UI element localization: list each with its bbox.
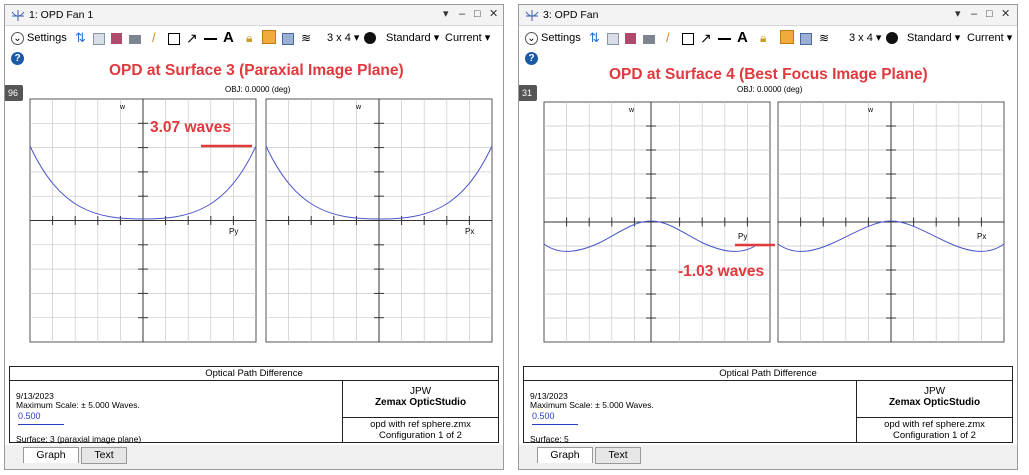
- w-axis-label: w: [628, 107, 635, 114]
- info-user-box: JPW Zemax OpticStudio: [857, 381, 1012, 418]
- px-axis-label: Px: [465, 227, 474, 236]
- info-left: 9/13/2023 Maximum Scale: ± 5.000 Waves. …: [524, 381, 857, 444]
- annotation-value: -1.03 waves: [678, 263, 765, 280]
- annotation-value: 3.07 waves: [150, 119, 232, 136]
- w-axis-label: w: [867, 107, 874, 114]
- info-scale-value: 0.500: [532, 411, 555, 421]
- info-file-box: opd with ref sphere.zmx Configuration 1 …: [343, 418, 498, 442]
- info-user-box: JPW Zemax OpticStudio: [343, 381, 498, 418]
- info-file: opd with ref sphere.zmx: [370, 419, 471, 430]
- py-axis-label: Py: [738, 232, 747, 241]
- info-surface: Surface: 3 (paraxial image plane): [16, 434, 142, 444]
- info-title: Optical Path Difference: [524, 367, 1012, 381]
- tab-graph[interactable]: Graph: [23, 447, 79, 463]
- opd-fan-plots: w Py w Px: [29, 98, 493, 343]
- scale-bar: [532, 424, 578, 425]
- scale-bar: [18, 424, 64, 425]
- tab-text[interactable]: Text: [595, 447, 641, 464]
- info-config: Configuration 1 of 2: [893, 430, 976, 441]
- info-user: JPW: [409, 386, 432, 397]
- tab-bar: Graph Text: [519, 445, 1017, 469]
- info-file-box: opd with ref sphere.zmx Configuration 1 …: [857, 418, 1012, 442]
- info-title: Optical Path Difference: [10, 367, 498, 381]
- info-max-scale: Maximum Scale: ± 5.000 Waves.: [16, 400, 140, 410]
- info-product: Zemax OpticStudio: [888, 397, 981, 408]
- info-box: Optical Path Difference 9/13/2023 Maximu…: [9, 366, 499, 444]
- tab-graph[interactable]: Graph: [537, 447, 593, 463]
- tab-bar: Graph Text: [5, 445, 503, 469]
- info-box: Optical Path Difference 9/13/2023 Maximu…: [523, 366, 1013, 444]
- px-axis-label: Px: [977, 232, 986, 241]
- info-max-scale: Maximum Scale: ± 5.000 Waves.: [530, 400, 654, 410]
- opd-fan-window-1: 1: OPD Fan 1 ▾ – □ ✕ ⌄ Settings ⇅ / ↗ A …: [4, 4, 504, 470]
- info-file: opd with ref sphere.zmx: [884, 419, 985, 430]
- w-axis-label: w: [119, 104, 126, 111]
- info-product: Zemax OpticStudio: [374, 397, 467, 408]
- info-config: Configuration 1 of 2: [379, 430, 462, 441]
- plot-tangential: w Py: [543, 101, 775, 343]
- tab-text[interactable]: Text: [81, 447, 127, 464]
- w-axis-label: w: [355, 104, 362, 111]
- info-scale-value: 0.500: [18, 411, 41, 421]
- info-user: JPW: [923, 386, 946, 397]
- opd-fan-plots: w Py w Px: [543, 101, 1005, 343]
- plot-sagittal: w Px: [777, 101, 1005, 343]
- opd-fan-window-2: 3: OPD Fan ▾ – □ ✕ ⌄ Settings ⇅ / ↗ A 🔒︎…: [518, 4, 1018, 470]
- info-surface: Surface: 5: [530, 434, 569, 444]
- py-axis-label: Py: [229, 227, 238, 236]
- info-left: 9/13/2023 Maximum Scale: ± 5.000 Waves. …: [10, 381, 343, 444]
- plot-sagittal: w Px: [265, 98, 493, 343]
